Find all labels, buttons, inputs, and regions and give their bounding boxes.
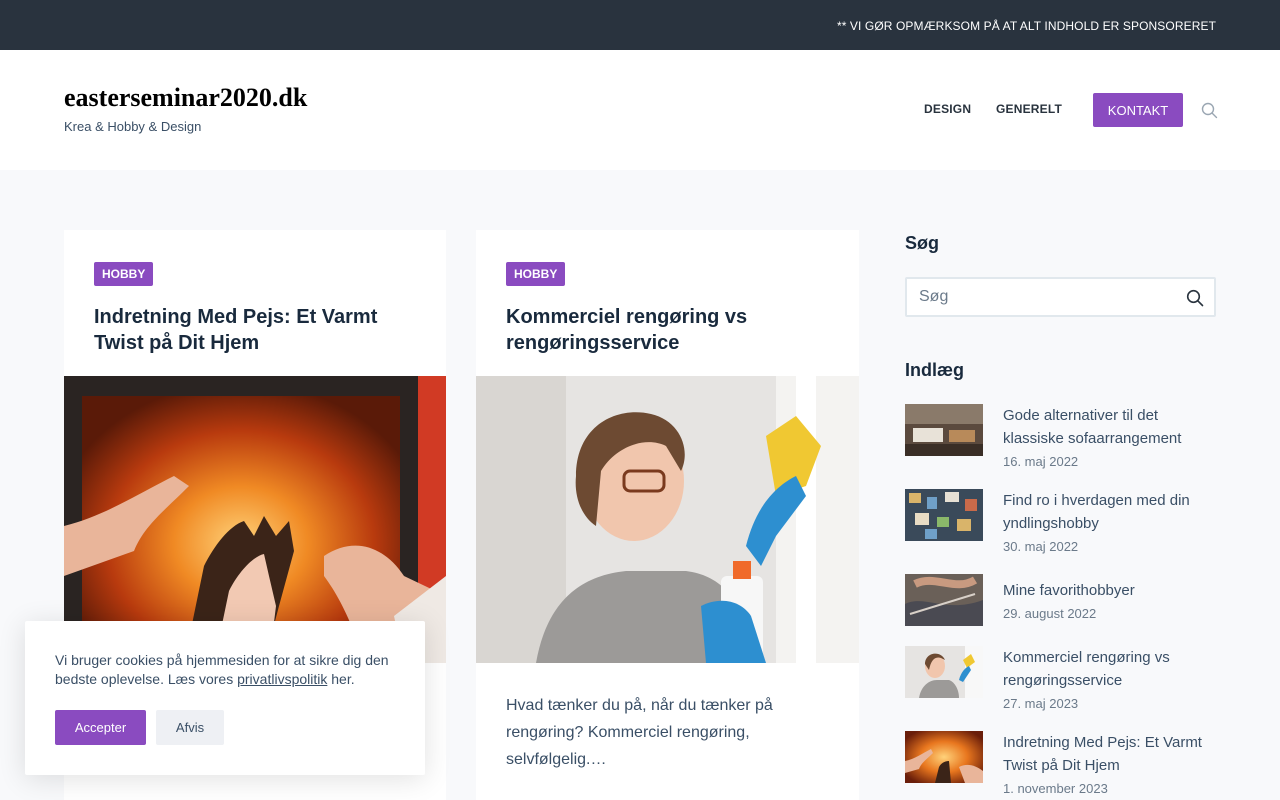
woman-cleaning-window-image[interactable] [476, 376, 859, 663]
site-tagline: Krea & Hobby & Design [64, 119, 202, 134]
site-title-link[interactable]: easterseminar2020.dk [64, 83, 307, 113]
category-badge[interactable]: HOBBY [506, 262, 566, 286]
sidebar-post-title[interactable]: Find ro i hverdagen med din yndlingshobb… [1003, 489, 1213, 535]
sidebar-post-title[interactable]: Mine favorithobbyer [1003, 579, 1213, 602]
knitting-thumbnail[interactable] [905, 574, 983, 626]
nav-item-design[interactable]: DESIGN [924, 102, 971, 116]
posts-widget-title: Indlæg [905, 360, 964, 380]
search-widget-title: Søg [905, 233, 939, 253]
fireplace-thumbnail[interactable] [905, 731, 983, 783]
privacy-policy-link[interactable]: privatlivspolitik [237, 671, 327, 687]
fireplace-hands-image[interactable] [64, 376, 446, 663]
post-excerpt: Hvad tænker du på, når du tænker på reng… [506, 697, 773, 768]
sidebar-post-date: 16. maj 2022 [1003, 454, 1079, 469]
decline-cookies-button[interactable]: Afvis [156, 710, 224, 745]
sidebar-post-title[interactable]: Kommerciel rengøring vs rengøringsservic… [1003, 646, 1213, 692]
post-card: HOBBY Kommerciel rengøring vs rengørings… [476, 230, 859, 800]
cleaning-thumbnail[interactable] [905, 646, 983, 698]
sofa-thumbnail[interactable] [905, 404, 983, 456]
sidebar-post-date: 29. august 2022 [1003, 606, 1097, 621]
post-title-link[interactable]: Kommerciel rengøring vs rengøringsservic… [506, 304, 836, 356]
site-header: easterseminar2020.dk Krea & Hobby & Desi… [0, 50, 1280, 170]
sidebar-post-title[interactable]: Gode alternativer til det klassiske sofa… [1003, 404, 1213, 450]
cookie-text-after: her. [327, 671, 355, 687]
sidebar-search-input[interactable] [919, 287, 1169, 307]
sidebar-post-title[interactable]: Indretning Med Pejs: Et Varmt Twist på D… [1003, 731, 1213, 777]
accept-cookies-button[interactable]: Accepter [55, 710, 146, 745]
puzzle-thumbnail[interactable] [905, 489, 983, 541]
sidebar-search-box [905, 277, 1216, 317]
post-title-link[interactable]: Indretning Med Pejs: Et Varmt Twist på D… [94, 304, 424, 356]
search-icon[interactable] [1201, 102, 1218, 119]
sidebar-post-date: 27. maj 2023 [1003, 696, 1079, 711]
sponsored-notice: ** VI GØR OPMÆRKSOM PÅ AT ALT INDHOLD ER… [836, 19, 1216, 33]
sidebar-post-date: 30. maj 2022 [1003, 539, 1079, 554]
cookie-consent-banner: Vi bruger cookies på hjemmesiden for at … [25, 621, 425, 775]
top-notice-bar: ** VI GØR OPMÆRKSOM PÅ AT ALT INDHOLD ER… [0, 0, 1280, 50]
kontakt-button[interactable]: KONTAKT [1093, 93, 1183, 127]
category-badge[interactable]: HOBBY [94, 262, 154, 286]
search-icon[interactable] [1186, 289, 1204, 307]
nav-item-generelt[interactable]: GENERELT [996, 102, 1062, 116]
sidebar-post-date: 1. november 2023 [1003, 781, 1108, 796]
cookie-message: Vi bruger cookies på hjemmesiden for at … [55, 651, 400, 689]
